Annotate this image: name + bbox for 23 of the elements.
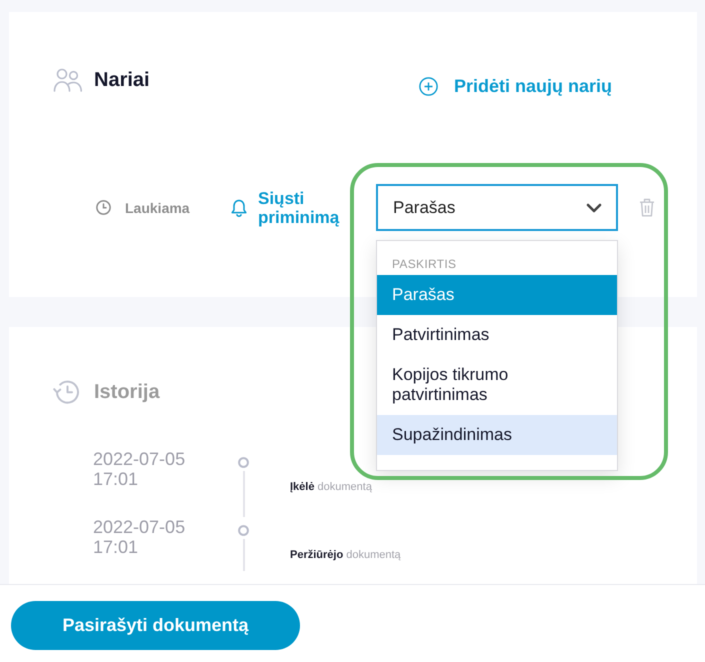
event-text: Įkėlė dokumentą xyxy=(290,481,372,494)
plus-circle-icon xyxy=(418,77,438,96)
chevron-down-icon xyxy=(586,202,602,212)
people-icon xyxy=(53,68,83,92)
section-title: Nariai xyxy=(94,68,150,92)
event-date: 2022-07-05 xyxy=(93,449,186,469)
section-title: Istorija xyxy=(94,380,160,404)
event-date: 2022-07-05 xyxy=(93,517,186,537)
trash-icon[interactable] xyxy=(639,198,655,217)
dropdown-option[interactable]: Supažindinimas xyxy=(377,415,617,455)
timeline-node-icon xyxy=(238,525,249,536)
event-text: Peržiūrėjo dokumentą xyxy=(290,549,401,562)
bell-icon xyxy=(231,198,247,216)
dropdown-option[interactable]: Patvirtinimas xyxy=(377,315,617,355)
event-time: 17:01 xyxy=(93,537,140,557)
timeline-node-icon xyxy=(238,457,249,468)
history-icon xyxy=(53,378,82,406)
status-label: Laukiama xyxy=(125,200,190,216)
role-select[interactable]: Parašas xyxy=(376,184,618,231)
clock-icon xyxy=(96,200,111,215)
event-time: 17:01 xyxy=(93,469,140,489)
dropdown-header: PASKIRTIS xyxy=(392,258,458,271)
dropdown-option[interactable]: Kopijos tikrumo patvirtinimas xyxy=(377,355,617,415)
